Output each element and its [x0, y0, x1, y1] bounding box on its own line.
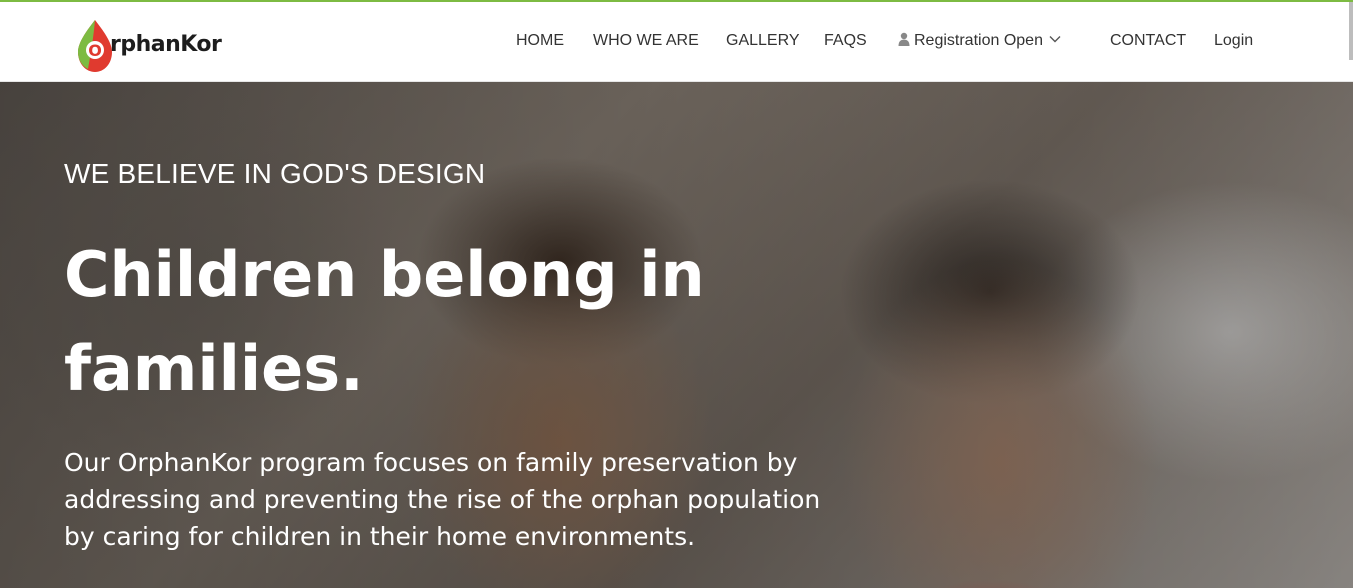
hero-headline-line2: families.: [64, 332, 364, 405]
nav-home[interactable]: HOME: [516, 32, 564, 50]
scrollbar-thumb[interactable]: [1349, 2, 1353, 60]
chevron-down-icon: [1049, 36, 1061, 43]
user-icon: [898, 32, 910, 46]
hero-body-text: Our OrphanKor program focuses on family …: [64, 448, 821, 551]
hero-banner: WE BELIEVE IN GOD'S DESIGN Children belo…: [0, 82, 1353, 588]
hero-headline-line1: Children belong in: [64, 238, 705, 311]
nav-faqs[interactable]: FAQS: [824, 32, 867, 50]
nav-registration-open[interactable]: Registration Open: [898, 32, 1061, 50]
hero-headline: Children belong in families.: [64, 228, 744, 416]
nav-contact[interactable]: CONTACT: [1110, 32, 1186, 50]
main-nav: HOME WHO WE ARE GALLERY FAQS Registratio…: [0, 2, 1353, 82]
nav-who-we-are[interactable]: WHO WE ARE: [593, 32, 699, 50]
nav-gallery[interactable]: GALLERY: [726, 32, 800, 50]
nav-login[interactable]: Login: [1214, 32, 1253, 50]
registration-label: Registration Open: [914, 32, 1043, 49]
navbar: O rphanKor HOME WHO WE ARE GALLERY FAQS …: [0, 2, 1353, 82]
hero-tagline: WE BELIEVE IN GOD'S DESIGN: [64, 158, 486, 189]
